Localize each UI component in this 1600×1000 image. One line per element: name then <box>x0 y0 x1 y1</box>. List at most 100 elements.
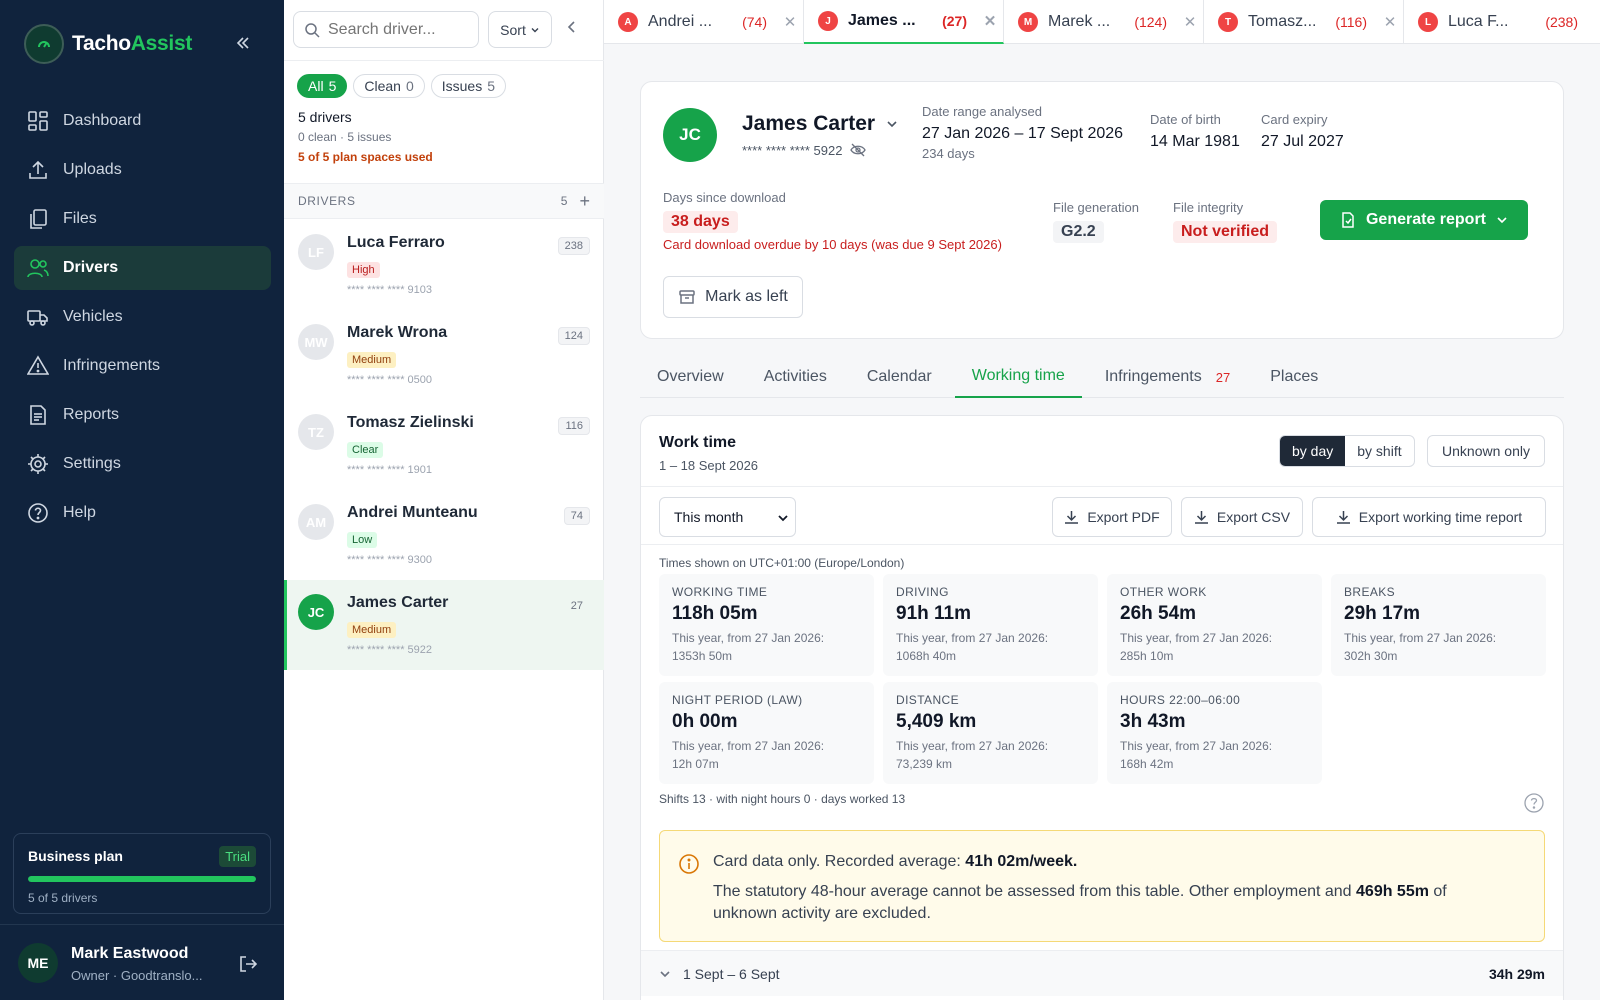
app-name-part2: Assist <box>130 32 193 55</box>
list-item[interactable]: MW Marek Wrona Medium **** **** **** 050… <box>284 310 604 400</box>
dob-label: Date of birth <box>1150 112 1221 127</box>
close-icon[interactable]: ✕ <box>1177 13 1203 31</box>
sidebar-item-label: Vehicles <box>63 308 123 325</box>
filter-clean[interactable]: Clean 0 <box>353 74 425 98</box>
generate-report-button[interactable]: Generate report <box>1320 200 1528 240</box>
card-number: **** **** **** 9103 <box>347 284 433 296</box>
unknown-only-button[interactable]: Unknown only <box>1427 435 1545 467</box>
stat-sub-value: 285h 10m <box>1120 649 1174 663</box>
close-icon[interactable]: ✕ <box>977 12 1003 30</box>
avatar[interactable]: ME <box>18 943 58 983</box>
list-item[interactable]: LF Luca Ferraro High **** **** **** 9103… <box>284 220 604 310</box>
by-day-button[interactable]: by day <box>1280 436 1346 466</box>
list-item[interactable]: AM Andrei Munteanu Low **** **** **** 93… <box>284 490 604 580</box>
close-icon[interactable]: ✕ <box>777 13 803 31</box>
tab-activities[interactable]: Activities <box>747 356 844 398</box>
export-working-time-report-button[interactable]: Export working time report <box>1312 497 1546 537</box>
period-select[interactable]: This month <box>659 497 796 537</box>
tab-label: James ... <box>848 12 916 29</box>
plan-card[interactable]: Business plan Trial 5 of 5 drivers <box>13 833 271 914</box>
work-time-title: Work time <box>659 434 737 451</box>
tab-label: Calendar <box>866 368 932 385</box>
divider <box>284 60 604 61</box>
collapse-panel-icon[interactable] <box>566 20 578 39</box>
export-pdf-button[interactable]: Export PDF <box>1052 497 1172 537</box>
tab-overview[interactable]: Overview <box>640 356 741 398</box>
search-box[interactable] <box>293 11 479 48</box>
tab-calendar[interactable]: Calendar <box>850 356 949 398</box>
date-range-days: 234 days <box>922 146 975 161</box>
sidebar-item-infringements[interactable]: Infringements <box>14 344 271 388</box>
logout-icon[interactable] <box>238 954 258 979</box>
plan-spaces-text: 5 of 5 plan spaces used <box>298 150 433 164</box>
tab-label: Infringements <box>1104 368 1202 385</box>
search-input[interactable] <box>328 20 468 39</box>
driver-name: Tomasz Zielinski <box>347 414 474 431</box>
sidebar-item-label: Drivers <box>63 259 119 276</box>
stat-sub-value: 302h 30m <box>1344 649 1398 663</box>
collapse-sidebar-icon[interactable] <box>232 32 254 54</box>
tab-james[interactable]: J James ... (27) ✕ <box>804 0 1004 44</box>
list-item-selected[interactable]: JC James Carter Medium **** **** **** 59… <box>284 580 604 670</box>
mark-as-left-label: Mark as left <box>705 288 788 305</box>
stat-sub-value: 73,239 km <box>896 757 953 771</box>
eye-off-icon[interactable] <box>850 142 867 158</box>
sidebar-item-reports[interactable]: Reports <box>14 393 271 437</box>
by-shift-button[interactable]: by shift <box>1345 436 1413 466</box>
sidebar-item-vehicles[interactable]: Vehicles <box>14 295 271 339</box>
card-number: **** **** **** 5922 <box>742 142 867 158</box>
plan-usage-fill <box>28 876 256 882</box>
app-logo[interactable]: TachoAssist <box>24 24 192 64</box>
chevron-down-icon <box>778 515 788 522</box>
mark-as-left-button[interactable]: Mark as left <box>663 276 803 318</box>
filter-issues[interactable]: Issues 5 <box>430 74 507 98</box>
sidebar-item-label: Help <box>63 504 96 521</box>
files-icon <box>30 209 47 229</box>
sidebar-item-help[interactable]: Help <box>14 491 271 535</box>
avatar: LF <box>298 234 334 270</box>
document-icon <box>1342 212 1354 228</box>
sidebar-item-files[interactable]: Files <box>14 197 271 241</box>
export-csv-button[interactable]: Export CSV <box>1181 497 1303 537</box>
note-unknown-value: 469h 55m <box>1356 883 1429 900</box>
tab-infringements[interactable]: Infringements 27 <box>1088 356 1247 398</box>
add-driver-icon[interactable]: + <box>579 192 590 210</box>
tab-working-time[interactable]: Working time <box>954 356 1082 398</box>
stat-value: 29h 17m <box>1344 603 1421 624</box>
divider <box>641 486 1563 487</box>
section-tabs: Overview Activities Calendar Working tim… <box>640 356 1564 398</box>
driver-name-dropdown[interactable]: James Carter <box>742 112 899 136</box>
stat-sub-value: 1068h 40m <box>896 649 957 663</box>
sort-button[interactable]: Sort <box>488 11 552 48</box>
stat-label: NIGHT PERIOD (LAW) <box>672 693 803 707</box>
card-expiry: Card expiry 27 Jul 2027 <box>1261 112 1344 151</box>
date-of-birth: Date of birth 14 Mar 1981 <box>1150 112 1240 151</box>
tab-initial: A <box>618 12 638 32</box>
filter-label: Clean <box>364 78 401 94</box>
sidebar-item-settings[interactable]: Settings <box>14 442 271 486</box>
filter-count: 0 <box>405 78 414 94</box>
list-item[interactable]: TZ Tomasz Zielinski Clear **** **** ****… <box>284 400 604 490</box>
tab-places[interactable]: Places <box>1253 356 1335 398</box>
tab-luca[interactable]: L Luca F... (238) <box>1404 0 1600 44</box>
sidebar-item-uploads[interactable]: Uploads <box>14 148 271 192</box>
risk-badge: Medium <box>347 352 397 368</box>
sidebar-item-drivers[interactable]: Drivers <box>14 246 271 290</box>
infringement-count: 124 <box>557 327 590 345</box>
tab-andrei[interactable]: A Andrei ... (74) ✕ <box>604 0 804 44</box>
download-icon <box>1194 510 1208 524</box>
tab-marek[interactable]: M Marek ... (124) ✕ <box>1004 0 1204 44</box>
tab-tomasz[interactable]: T Tomasz... (116) ✕ <box>1204 0 1404 44</box>
expiry-value: 27 Jul 2027 <box>1261 133 1344 150</box>
close-icon[interactable]: ✕ <box>1377 13 1403 31</box>
stat-value: 0h 00m <box>672 711 738 732</box>
stat-value: 3h 43m <box>1120 711 1186 732</box>
file-generation: File generation G2.2 <box>1053 200 1139 243</box>
download-icon <box>1065 510 1079 524</box>
filter-all[interactable]: All 5 <box>297 74 348 98</box>
week-row[interactable]: 1 Sept – 6 Sept 34h 29m <box>641 950 1563 996</box>
sidebar-item-dashboard[interactable]: Dashboard <box>14 99 271 143</box>
help-icon[interactable] <box>1523 792 1545 819</box>
week-total: 34h 29m <box>1488 965 1545 982</box>
note-text: Card data only. Recorded average: <box>713 853 966 870</box>
